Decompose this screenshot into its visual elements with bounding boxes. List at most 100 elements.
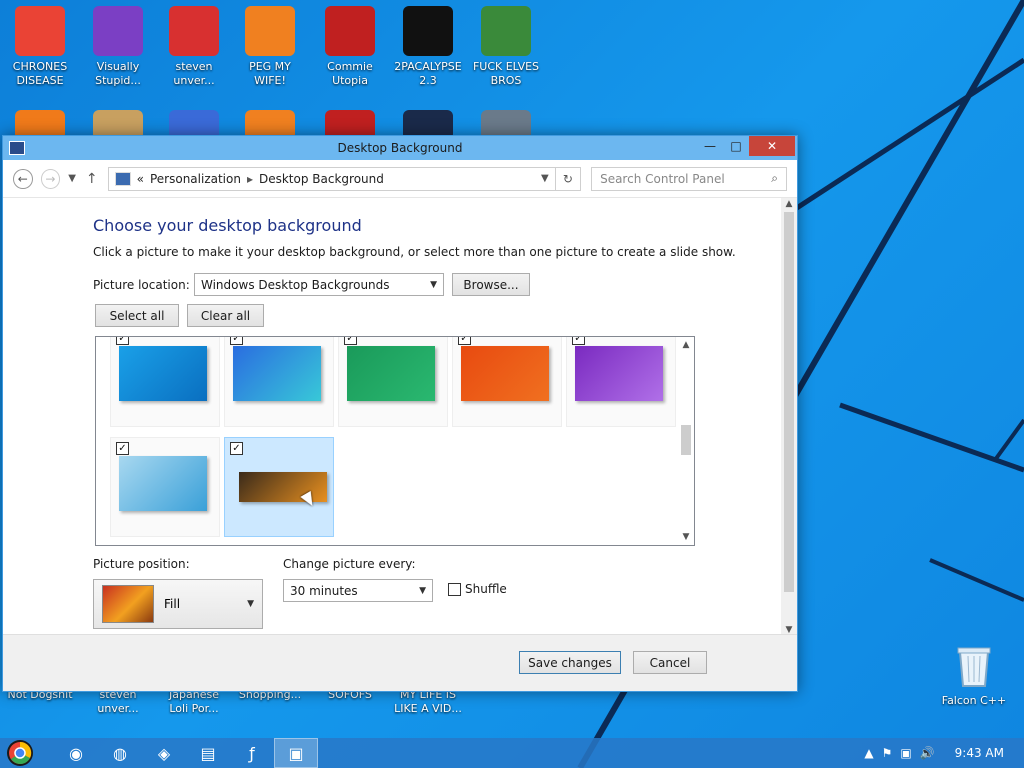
wallpaper-image	[233, 346, 321, 401]
network-icon[interactable]: ▣	[900, 746, 911, 760]
window-scrollbar[interactable]: ▲ ▼	[781, 198, 797, 636]
breadcrumb-personalization[interactable]: Personalization	[150, 172, 241, 186]
page-description: Click a picture to make it your desktop …	[93, 245, 736, 259]
back-button[interactable]: ←	[13, 168, 33, 189]
window-title: Desktop Background	[337, 141, 463, 155]
visual-studio-icon	[93, 6, 143, 56]
forward-button[interactable]: →	[40, 168, 61, 189]
chrome-icon	[15, 6, 65, 56]
picture-gallery: ✓ ✓ ✓ ✓ ✓ ✓ ✓ ▲ ▼	[95, 336, 695, 546]
desktop-icon[interactable]: Visually Stupid...	[80, 6, 156, 88]
wallpaper-image	[119, 346, 207, 401]
desktop-icon-label: Commie Utopia	[327, 60, 373, 87]
taskbar-app[interactable]: ƒ	[230, 738, 274, 768]
chrome-icon: ◉	[69, 743, 83, 763]
desktop-icon-label[interactable]: MY LIFE IS LIKE A VID...	[390, 688, 466, 716]
browse-button[interactable]: Browse...	[452, 273, 530, 296]
wallpaper-thumbnail[interactable]: ✓	[452, 337, 562, 427]
desktop-icon[interactable]: CHRONES DISEASE	[2, 6, 78, 88]
up-arrow-icon: ↑	[85, 170, 98, 187]
cancel-button[interactable]: Cancel	[633, 651, 707, 674]
cmd-icon	[403, 6, 453, 56]
scroll-up-icon[interactable]: ▲	[678, 337, 694, 353]
clock[interactable]: 9:43 AM	[955, 746, 1004, 760]
navigation-bar: ← → ▼ ↑ « Personalization ▸ Desktop Back…	[3, 160, 797, 198]
save-changes-button[interactable]: Save changes	[519, 651, 621, 674]
shuffle-checkbox[interactable]	[448, 582, 461, 596]
start-button[interactable]	[0, 738, 40, 768]
minimize-button[interactable]: —	[697, 136, 723, 156]
chevron-down-icon: ▼	[430, 279, 437, 290]
flash-icon: ƒ	[249, 743, 255, 763]
wallpaper-thumbnail[interactable]: ✓	[224, 337, 334, 427]
taskbar-app[interactable]: ▣	[274, 738, 318, 768]
flag-icon[interactable]: ⚑	[882, 746, 893, 760]
shuffle-toggle[interactable]: Shuffle	[448, 582, 507, 596]
forward-arrow-icon: →	[45, 171, 56, 186]
breadcrumb-prefix: «	[136, 171, 144, 186]
scroll-down-icon[interactable]: ▼	[678, 529, 694, 545]
change-picture-label: Change picture every:	[283, 557, 416, 571]
thumbnail-checkbox[interactable]: ✓	[572, 337, 585, 345]
thumbnail-checkbox[interactable]: ✓	[116, 337, 129, 345]
back-arrow-icon: ←	[17, 171, 28, 186]
show-hidden-icons-icon[interactable]: ▲	[864, 746, 873, 760]
desktop-icon-label: steven unver...	[173, 60, 215, 87]
picture-position-select[interactable]: Fill ▼	[93, 579, 263, 629]
wallpaper-thumbnail[interactable]: ✓	[110, 437, 220, 537]
maximize-button[interactable]: □	[723, 136, 749, 156]
desktop-icon[interactable]: 2PACALYPSE 2.3	[390, 6, 466, 88]
scroll-up-icon[interactable]: ▲	[781, 199, 797, 209]
taskbar-app[interactable]: ◉	[54, 738, 98, 768]
breadcrumb-desktop-background[interactable]: Desktop Background	[259, 172, 384, 186]
search-icon: ⌕	[771, 171, 778, 185]
taskbar-app[interactable]: ◍	[98, 738, 142, 768]
taskbar-app[interactable]: ◈	[142, 738, 186, 768]
desktop-icon-label: CHRONES DISEASE	[12, 60, 68, 87]
wallpaper-thumbnail[interactable]: ✓	[110, 337, 220, 427]
network-icon: ◈	[157, 743, 171, 763]
desktop-icon[interactable]: FUCK ELVES BROS	[468, 6, 544, 88]
title-bar[interactable]: Desktop Background — □ ✕	[3, 136, 797, 160]
elf-icon	[481, 6, 531, 56]
thumbnail-checkbox[interactable]: ✓	[458, 337, 471, 345]
desktop-icon-label[interactable]: steven unver...	[80, 688, 156, 716]
up-button[interactable]: ↑	[86, 171, 98, 187]
recycle-bin-icon	[949, 640, 999, 690]
start-icon	[7, 740, 33, 766]
thumbnail-checkbox[interactable]: ✓	[230, 442, 243, 455]
desktop-icon-label: Visually Stupid...	[95, 60, 141, 87]
select-all-button[interactable]: Select all	[95, 304, 179, 327]
desktop-icon-label: FUCK ELVES BROS	[472, 60, 540, 87]
change-picture-select[interactable]: 30 minutes ▼	[283, 579, 433, 602]
wallpaper-thumbnail[interactable]: ✓	[338, 337, 448, 427]
chevron-down-icon[interactable]: ▼	[541, 173, 549, 184]
gallery-scrollbar[interactable]: ▲ ▼	[678, 337, 694, 545]
desktop-icon-label[interactable]: Japanese Loli Por...	[156, 688, 232, 716]
search-input[interactable]: Search Control Panel ⌕	[591, 166, 787, 191]
scroll-thumb[interactable]	[784, 212, 794, 592]
thumbnail-checkbox[interactable]: ✓	[230, 337, 243, 345]
peggle-icon	[245, 6, 295, 56]
picture-location-select[interactable]: Windows Desktop Backgrounds ▼	[194, 273, 444, 296]
thumbnail-checkbox[interactable]: ✓	[344, 337, 357, 345]
firefox-icon: ◍	[113, 743, 127, 763]
recycle-bin[interactable]: Falcon C++	[936, 640, 1012, 708]
close-button[interactable]: ✕	[749, 136, 795, 156]
scroll-thumb[interactable]	[681, 425, 691, 455]
wallpaper-thumbnail[interactable]: ✓	[224, 437, 334, 537]
refresh-button[interactable]: ↻	[555, 166, 582, 191]
desktop-icon[interactable]: Commie Utopia	[312, 6, 388, 88]
desktop-icon[interactable]: PEG MY WIFE!	[232, 6, 308, 88]
recent-locations-button[interactable]: ▼	[68, 173, 76, 184]
desktop-icon[interactable]: steven unver...	[156, 6, 232, 88]
address-bar[interactable]: « Personalization ▸ Desktop Background ▼	[107, 166, 556, 191]
chevron-down-icon: ▼	[247, 599, 254, 609]
wallpaper-thumbnail[interactable]: ✓	[566, 337, 676, 427]
thumbnail-checkbox[interactable]: ✓	[116, 442, 129, 455]
chevron-down-icon: ▼	[419, 585, 426, 596]
clear-all-button[interactable]: Clear all	[187, 304, 264, 327]
volume-icon[interactable]: 🔊	[920, 746, 935, 760]
wallpaper-image	[119, 456, 207, 511]
taskbar-app[interactable]: ▤	[186, 738, 230, 768]
